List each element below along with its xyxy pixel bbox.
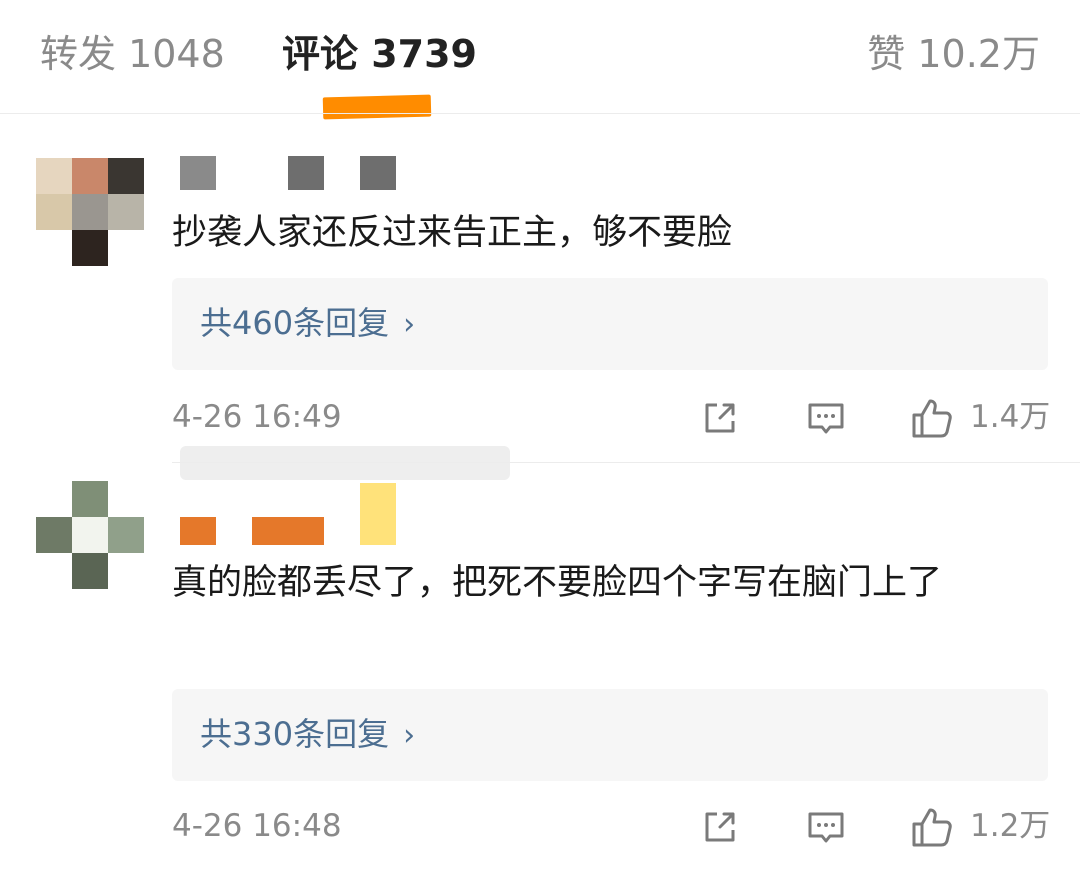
avatar-pixel xyxy=(108,158,144,194)
comment-item: 抄袭人家还反过来告正主，够不要脸 共460条回复 › 4-26 16:49 1.4… xyxy=(0,114,1080,462)
avatar-pixel xyxy=(108,481,144,517)
like-count: 1.2万 xyxy=(970,808,1051,844)
chevron-right-icon: › xyxy=(403,718,416,753)
comment-icon[interactable] xyxy=(806,398,846,438)
comment-meta: 4-26 16:48 1.2万 xyxy=(172,801,1051,851)
avatar-pixel xyxy=(72,553,108,589)
redaction-block xyxy=(180,517,216,545)
redaction-block xyxy=(252,517,324,545)
chevron-right-icon: › xyxy=(403,307,416,342)
comment-meta: 4-26 16:49 1.4万 xyxy=(172,392,1051,442)
share-icon[interactable] xyxy=(700,807,740,847)
comment-text: 抄袭人家还反过来告正主，够不要脸 xyxy=(172,213,733,253)
avatar-pixel xyxy=(108,553,144,589)
thumbs-up-icon[interactable] xyxy=(910,805,954,849)
tab-likes[interactable]: 赞 10.2万 xyxy=(867,28,1040,80)
timestamp: 4-26 16:48 xyxy=(172,808,342,844)
avatar-pixel xyxy=(72,481,108,517)
username-redacted[interactable] xyxy=(180,156,420,192)
avatar-pixel xyxy=(108,194,144,230)
like-count: 1.4万 xyxy=(970,399,1051,435)
timestamp: 4-26 16:49 xyxy=(172,399,342,435)
tab-repost[interactable]: 转发 1048 xyxy=(40,28,225,80)
comment-item: 真的脸都丢尽了，把死不要脸四个字写在脑门上了 共330条回复 › 4-26 16:… xyxy=(0,463,1080,869)
comment-text: 真的脸都丢尽了，把死不要脸四个字写在脑门上了 xyxy=(172,563,943,603)
avatar[interactable] xyxy=(36,158,144,266)
avatar-pixel xyxy=(72,230,108,266)
avatar-pixel xyxy=(72,194,108,230)
avatar-pixel xyxy=(72,158,108,194)
avatar-pixel xyxy=(36,517,72,553)
redaction-block xyxy=(360,483,396,545)
avatar-pixel xyxy=(108,517,144,553)
avatar-pixel xyxy=(36,553,72,589)
redaction-block xyxy=(180,156,216,190)
avatar-pixel xyxy=(72,517,108,553)
tab-comments[interactable]: 评论 3739 xyxy=(282,28,477,80)
avatar-pixel xyxy=(108,230,144,266)
thumbs-up-icon[interactable] xyxy=(910,396,954,440)
redaction-block xyxy=(288,156,324,190)
avatar[interactable] xyxy=(36,481,144,589)
avatar-pixel xyxy=(36,194,72,230)
replies-box[interactable]: 共460条回复 › xyxy=(172,278,1048,370)
avatar-pixel xyxy=(36,481,72,517)
tab-bar: 转发 1048 评论 3739 赞 10.2万 xyxy=(0,0,1080,120)
replies-box[interactable]: 共330条回复 › xyxy=(172,689,1048,781)
share-icon[interactable] xyxy=(700,398,740,438)
view-replies-link[interactable]: 共330条回复 › xyxy=(200,711,415,759)
comment-icon[interactable] xyxy=(806,807,846,847)
redaction-block xyxy=(360,156,396,190)
replies-count-label: 共330条回复 xyxy=(200,715,390,753)
view-replies-link[interactable]: 共460条回复 › xyxy=(200,300,415,348)
replies-count-label: 共460条回复 xyxy=(200,304,390,342)
username-redacted[interactable] xyxy=(180,483,420,553)
avatar-pixel xyxy=(36,230,72,266)
avatar-pixel xyxy=(36,158,72,194)
